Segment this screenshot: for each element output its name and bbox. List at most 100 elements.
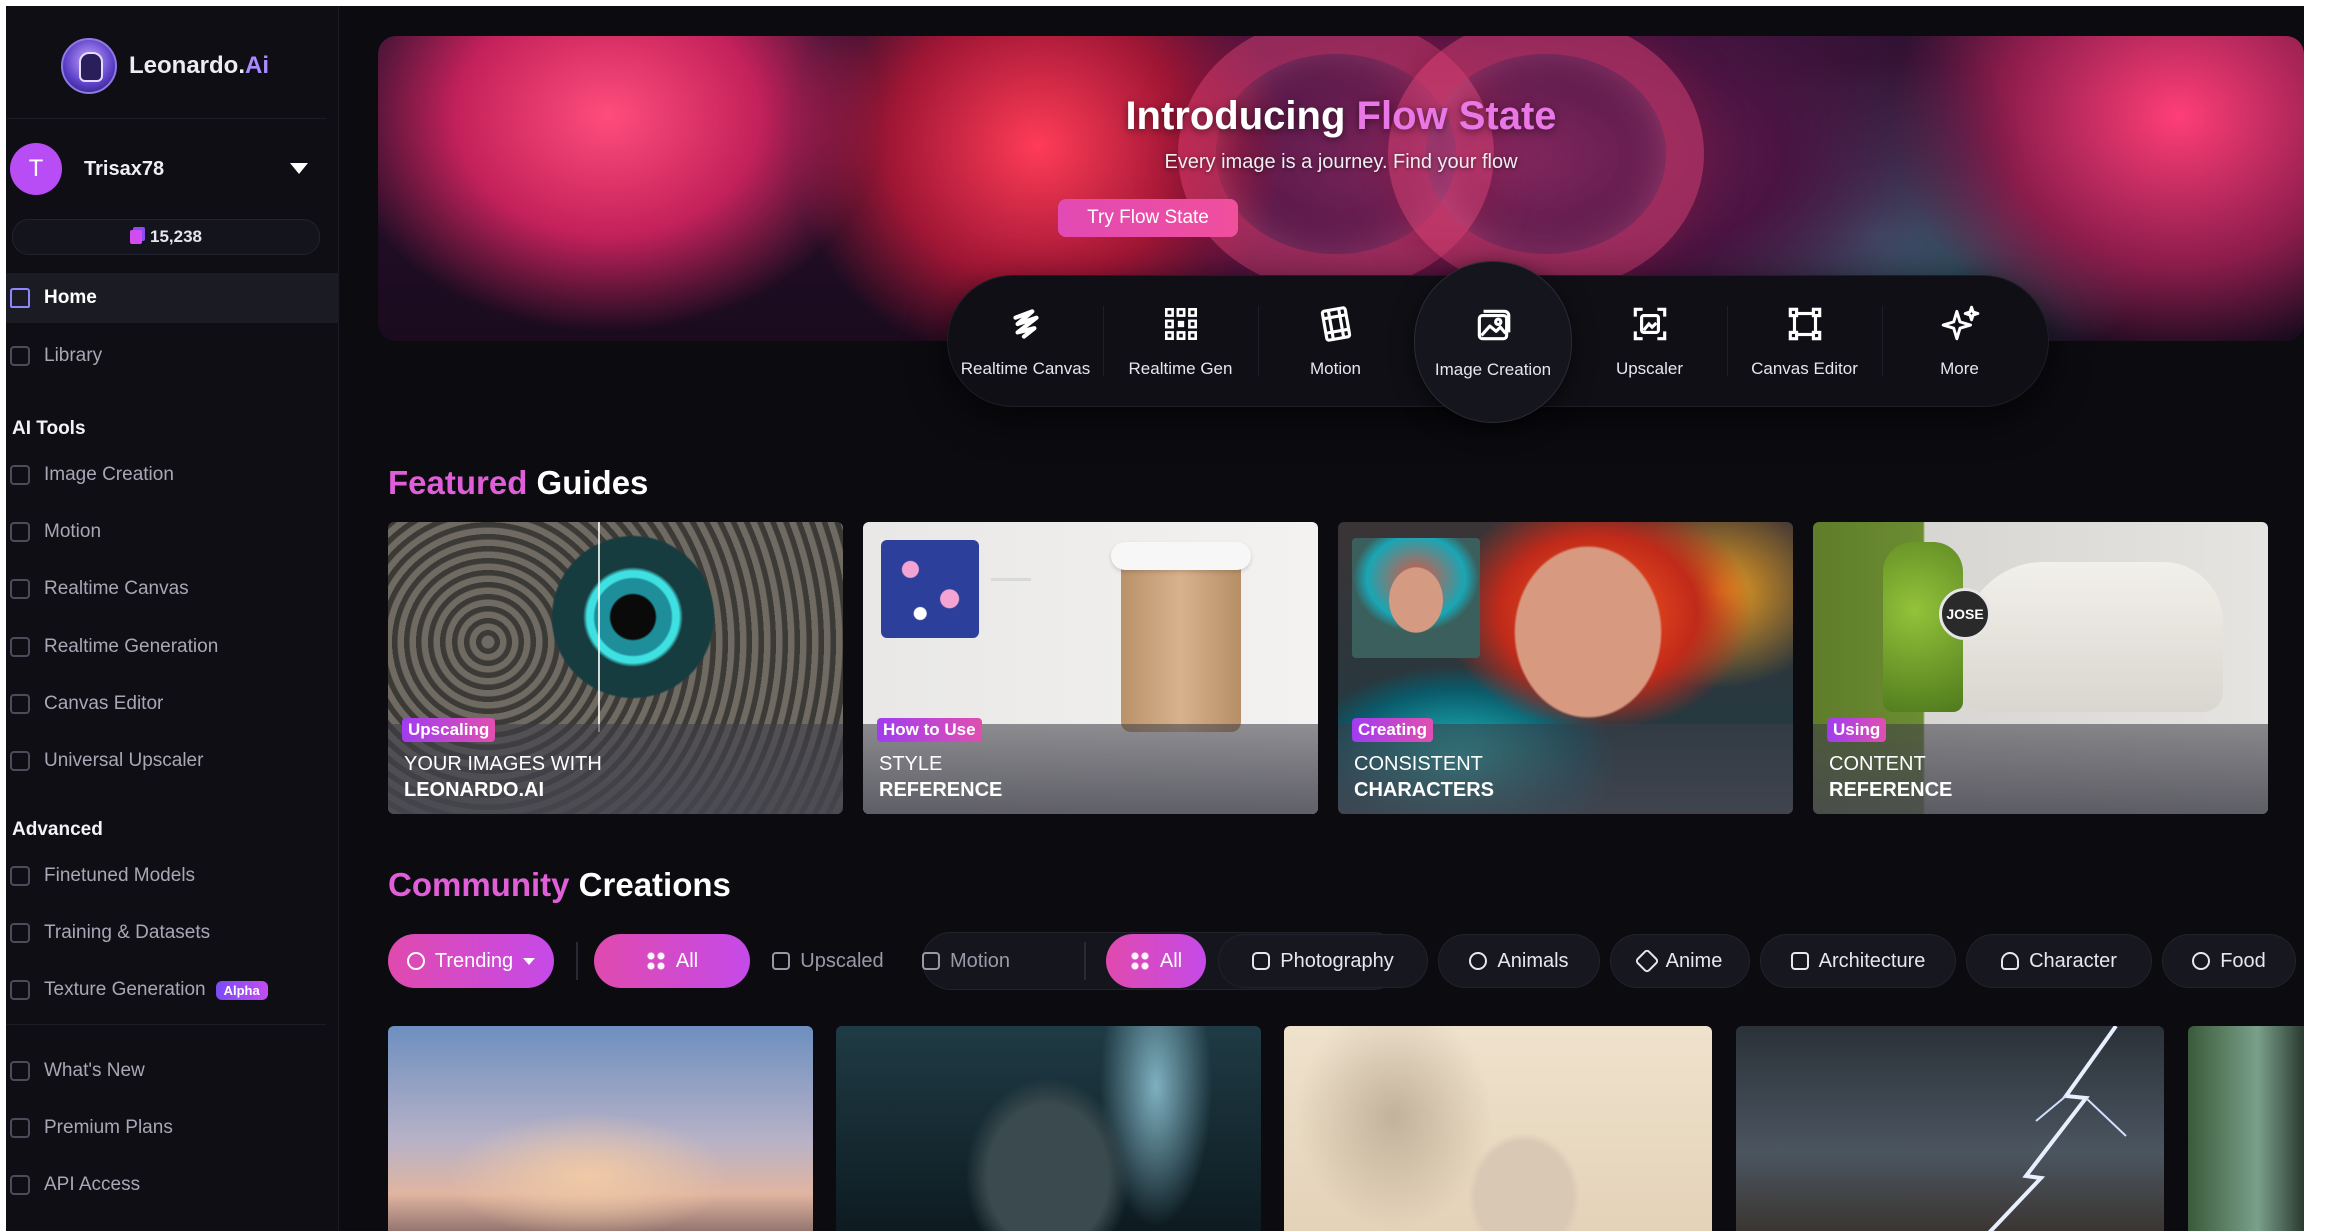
caret-down-icon[interactable] [290, 163, 308, 174]
key-icon [10, 1175, 30, 1195]
category-photography[interactable]: Photography [1218, 934, 1428, 988]
compare-divider [598, 522, 600, 732]
chip-label: All [675, 949, 699, 972]
sidebar-item-label: Finetuned Models [44, 865, 196, 886]
type-filter-motion[interactable]: Motion [904, 934, 1028, 988]
tool-motion[interactable]: Motion [1258, 276, 1413, 406]
sidebar-item-label: Motion [44, 521, 102, 542]
star-icon [1633, 948, 1660, 974]
guide-title-line1: YOUR IMAGES WITH [404, 753, 602, 775]
sidebar-item-motion[interactable]: Motion [6, 507, 338, 557]
community-image[interactable] [836, 1026, 1261, 1231]
type-filter-upscaled[interactable]: Upscaled [758, 934, 898, 988]
guide-card-style-reference[interactable]: How to Use STYLE REFERENCE [863, 522, 1318, 814]
sidebar-item-home[interactable]: Home [6, 273, 338, 323]
brand[interactable]: Leonardo.Ai [61, 36, 269, 96]
chip-label: Motion [949, 949, 1011, 972]
sidebar-item-finetuned-models[interactable]: Finetuned Models [6, 851, 338, 901]
tool-bar: Realtime Canvas Realtime Gen Motion Imag… [948, 262, 2048, 422]
sidebar-item-api-access[interactable]: API Access [6, 1160, 338, 1210]
category-character[interactable]: Character [1966, 934, 2152, 988]
upscale-icon [1633, 307, 1666, 341]
tool-label: Realtime Canvas [960, 359, 1091, 378]
home-icon [10, 288, 30, 308]
guide-title-line2: REFERENCE [1829, 779, 1953, 801]
guide-title-line2: CHARACTERS [1354, 779, 1494, 801]
guide-card-upscaling[interactable]: Upscaling YOUR IMAGES WITH LEONARDO.AI [388, 522, 843, 814]
sidebar-item-label: What's New [44, 1060, 145, 1081]
try-flow-state-button[interactable]: Try Flow State [1058, 199, 1238, 237]
divider [6, 118, 326, 119]
film-icon [1320, 306, 1351, 342]
bowl-icon [2192, 952, 2211, 970]
grid-icon [645, 951, 666, 971]
chip-label: Architecture [1818, 949, 1926, 972]
category-anime[interactable]: Anime [1610, 934, 1750, 988]
guide-badge: Creating [1352, 718, 1433, 742]
sparkle-icon [1941, 305, 1979, 341]
dots-grid-icon [10, 637, 30, 657]
tool-label: Image Creation [1434, 360, 1552, 379]
tool-upscaler[interactable]: Upscaler [1572, 276, 1727, 406]
guide-title-line1: CONSISTENT [1354, 753, 1483, 775]
tool-more[interactable]: More [1882, 276, 2037, 406]
cube-icon [10, 866, 30, 886]
tool-canvas-editor[interactable]: Canvas Editor [1727, 276, 1882, 406]
shoe-logo-patch: JOSE [1939, 588, 1991, 640]
type-filter-all[interactable]: All [594, 934, 750, 988]
sidebar-item-realtime-generation[interactable]: Realtime Generation [6, 622, 338, 672]
reference-portrait [1352, 538, 1480, 658]
trending-icon [406, 952, 425, 970]
camera-icon [1252, 952, 1271, 970]
guide-badge: Upscaling [402, 718, 496, 742]
frame-icon [1788, 307, 1821, 341]
sidebar-item-label: Texture Generation [44, 979, 206, 1000]
sidebar-item-realtime-canvas[interactable]: Realtime Canvas [6, 564, 338, 614]
category-animals[interactable]: Animals [1438, 934, 1600, 988]
community-image[interactable] [2188, 1026, 2304, 1231]
app-window: Leonardo.Ai T Trisax78 15,238 Home Libra… [6, 6, 2304, 1231]
tool-realtime-canvas[interactable]: Realtime Canvas [948, 276, 1103, 406]
category-food[interactable]: Food [2162, 934, 2296, 988]
sidebar-item-label: Home [44, 287, 97, 308]
community-image[interactable] [1284, 1026, 1712, 1231]
person-icon [2001, 952, 2020, 970]
pattern-swatch [881, 540, 979, 638]
texture-icon [10, 980, 30, 1000]
sidebar-item-texture-generation[interactable]: Texture Generation Alpha [6, 965, 338, 1015]
token-icon [130, 230, 142, 244]
sidebar-item-image-creation[interactable]: Image Creation [6, 450, 338, 500]
tool-image-creation[interactable]: Image Creation [1415, 262, 1571, 422]
sidebar-item-canvas-editor[interactable]: Canvas Editor [6, 679, 338, 729]
paw-icon [1469, 952, 1488, 970]
chip-label: Character [2029, 949, 2117, 972]
coffee-cup-image [1121, 552, 1241, 732]
chip-label: Food [2220, 949, 2266, 972]
guide-badge: Using [1827, 718, 1887, 742]
guide-card-consistent-characters[interactable]: Creating CONSISTENT CHARACTERS [1338, 522, 1793, 814]
tool-realtime-gen[interactable]: Realtime Gen [1103, 276, 1258, 406]
sidebar-item-training-datasets[interactable]: Training & Datasets [6, 908, 338, 958]
user-menu[interactable]: T Trisax78 [6, 141, 326, 197]
dataset-icon [10, 923, 30, 943]
community-image[interactable] [388, 1026, 813, 1231]
sort-dropdown[interactable]: Trending [388, 934, 554, 988]
guide-title-line1: STYLE [879, 753, 943, 775]
sidebar-item-universal-upscaler[interactable]: Universal Upscaler [6, 736, 338, 786]
category-architecture[interactable]: Architecture [1760, 934, 1956, 988]
leonardo-logo-icon [61, 38, 117, 94]
hero-subtitle: Every image is a journey. Find your flow [1164, 151, 1518, 173]
token-balance[interactable]: 15,238 [12, 219, 320, 255]
upscale-icon [772, 952, 791, 970]
tool-label: Realtime Gen [1128, 359, 1233, 378]
category-all[interactable]: All [1106, 934, 1206, 988]
guide-card-content-reference[interactable]: JOSE Using CONTENT REFERENCE [1813, 522, 2268, 814]
alpha-badge: Alpha [215, 980, 268, 1000]
section-ai-tools: AI Tools [12, 418, 86, 439]
community-image[interactable] [1736, 1026, 2164, 1231]
tool-label: Upscaler [1615, 359, 1684, 378]
sidebar-item-premium-plans[interactable]: Premium Plans [6, 1103, 338, 1153]
sidebar: Leonardo.Ai T Trisax78 15,238 Home Libra… [6, 6, 339, 1231]
sidebar-item-library[interactable]: Library [6, 331, 338, 381]
sidebar-item-whats-new[interactable]: What's New [6, 1046, 338, 1096]
